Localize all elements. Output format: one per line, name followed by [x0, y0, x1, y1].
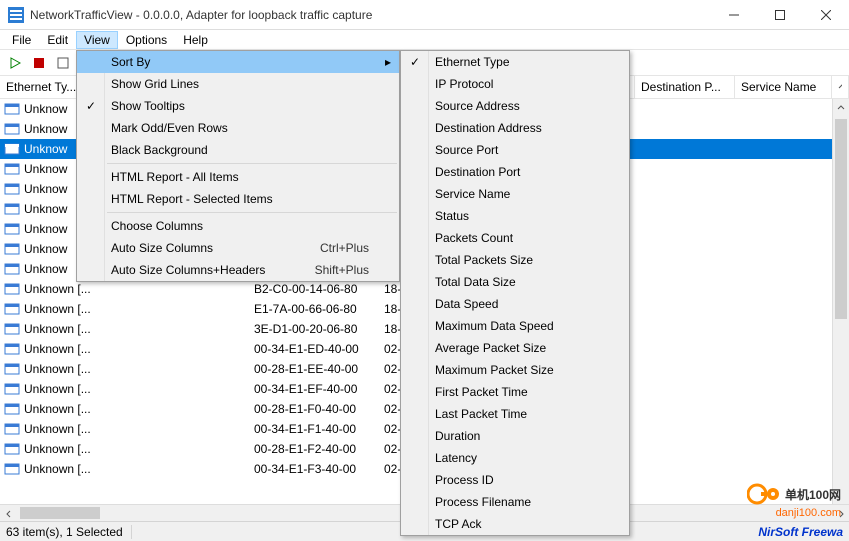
menu-file[interactable]: File — [4, 31, 39, 49]
cell-ethernet: Unknown [... — [24, 382, 214, 396]
scroll-left-button[interactable] — [0, 505, 17, 522]
cell-ethernet: Unknown [... — [24, 342, 214, 356]
cell-ethernet: Unknown [... — [24, 362, 214, 376]
sort-by-ip-protocol[interactable]: IP Protocol — [401, 73, 629, 95]
toolbar-button-3[interactable] — [52, 52, 74, 74]
cell-ethernet: Unknown [... — [24, 462, 214, 476]
sort-by-ethernet-type[interactable]: ✓Ethernet Type — [401, 51, 629, 73]
cell-src-mac: 00-28-E1-F0-40-00 — [214, 402, 384, 416]
check-icon: ✓ — [83, 99, 99, 113]
sort-by-average-packet-size[interactable]: Average Packet Size — [401, 337, 629, 359]
menu-auto-size-columns[interactable]: Auto Size Columns Ctrl+Plus — [77, 237, 399, 259]
close-button[interactable] — [803, 0, 849, 30]
menu-sort-by[interactable]: Sort By ▸ — [77, 51, 399, 73]
scroll-thumb-v[interactable] — [835, 119, 847, 319]
stop-button[interactable] — [28, 52, 50, 74]
col-overflow-button[interactable] — [832, 76, 849, 98]
col-destination-p[interactable]: Destination P... — [635, 76, 735, 98]
sort-by-maximum-packet-size[interactable]: Maximum Packet Size — [401, 359, 629, 381]
sort-by-last-packet-time[interactable]: Last Packet Time — [401, 403, 629, 425]
cell-src-mac: 00-34-E1-EF-40-00 — [214, 382, 384, 396]
col-ethernet-type[interactable]: Ethernet Ty... — [0, 76, 80, 98]
sort-by-submenu: ✓Ethernet TypeIP ProtocolSource AddressD… — [400, 50, 630, 536]
menu-mark-odd-even[interactable]: Mark Odd/Even Rows — [77, 117, 399, 139]
titlebar: NetworkTrafficView - 0.0.0.0, Adapter fo… — [0, 0, 849, 30]
sort-by-process-filename[interactable]: Process Filename — [401, 491, 629, 513]
menu-help[interactable]: Help — [175, 31, 216, 49]
sort-by-maximum-data-speed[interactable]: Maximum Data Speed — [401, 315, 629, 337]
menu-auto-size-headers[interactable]: Auto Size Columns+Headers Shift+Plus — [77, 259, 399, 281]
scroll-right-button[interactable] — [832, 505, 849, 522]
view-menu-dropdown: Sort By ▸ Show Grid Lines ✓ Show Tooltip… — [76, 50, 400, 282]
maximize-button[interactable] — [757, 0, 803, 30]
sort-by-total-data-size[interactable]: Total Data Size — [401, 271, 629, 293]
cell-src-mac: B2-C0-00-14-06-80 — [214, 282, 384, 296]
scroll-thumb-h[interactable] — [20, 507, 100, 519]
vertical-scrollbar[interactable] — [832, 99, 849, 521]
play-button[interactable] — [4, 52, 26, 74]
cell-src-mac: 3E-D1-00-20-06-80 — [214, 322, 384, 336]
cell-ethernet: Unknown [... — [24, 442, 214, 456]
sort-by-service-name[interactable]: Service Name — [401, 183, 629, 205]
app-icon — [8, 7, 24, 23]
cell-src-mac: 00-34-E1-F1-40-00 — [214, 422, 384, 436]
cell-src-mac: 00-28-E1-EE-40-00 — [214, 362, 384, 376]
sort-by-data-speed[interactable]: Data Speed — [401, 293, 629, 315]
sort-by-destination-port[interactable]: Destination Port — [401, 161, 629, 183]
check-icon: ✓ — [407, 55, 423, 69]
cell-src-mac: 00-34-E1-F3-40-00 — [214, 462, 384, 476]
sort-by-process-id[interactable]: Process ID — [401, 469, 629, 491]
shortcut-label: Ctrl+Plus — [300, 241, 369, 255]
cell-src-mac: E1-7A-00-66-06-80 — [214, 302, 384, 316]
cell-ethernet: Unknown [... — [24, 302, 214, 316]
menu-options[interactable]: Options — [118, 31, 175, 49]
sort-by-duration[interactable]: Duration — [401, 425, 629, 447]
menu-black-background[interactable]: Black Background — [77, 139, 399, 161]
menu-choose-columns[interactable]: Choose Columns — [77, 215, 399, 237]
titlebar-text: NetworkTrafficView - 0.0.0.0, Adapter fo… — [30, 8, 711, 22]
status-brand: NirSoft Freewa — [758, 525, 843, 539]
sort-by-packets-count[interactable]: Packets Count — [401, 227, 629, 249]
submenu-arrow-icon: ▸ — [385, 55, 391, 69]
sort-by-total-packets-size[interactable]: Total Packets Size — [401, 249, 629, 271]
scroll-up-button[interactable] — [833, 99, 849, 116]
sort-by-latency[interactable]: Latency — [401, 447, 629, 469]
menu-html-report-all[interactable]: HTML Report - All Items — [77, 166, 399, 188]
cell-src-mac: 00-28-E1-F2-40-00 — [214, 442, 384, 456]
menu-show-tooltips[interactable]: ✓ Show Tooltips — [77, 95, 399, 117]
cell-ethernet: Unknown [... — [24, 402, 214, 416]
sort-by-status[interactable]: Status — [401, 205, 629, 227]
col-service-name[interactable]: Service Name — [735, 76, 832, 98]
menu-view[interactable]: View — [76, 31, 118, 49]
cell-ethernet: Unknown [... — [24, 322, 214, 336]
sort-by-source-address[interactable]: Source Address — [401, 95, 629, 117]
sort-by-tcp-ack[interactable]: TCP Ack — [401, 513, 629, 535]
status-count: 63 item(s), 1 Selected — [6, 525, 132, 539]
menu-edit[interactable]: Edit — [39, 31, 76, 49]
cell-ethernet: Unknown [... — [24, 422, 214, 436]
menu-sort-by-label: Sort By — [111, 55, 150, 69]
sort-by-destination-address[interactable]: Destination Address — [401, 117, 629, 139]
cell-ethernet: Unknown [... — [24, 282, 214, 296]
sort-by-source-port[interactable]: Source Port — [401, 139, 629, 161]
minimize-button[interactable] — [711, 0, 757, 30]
sort-by-first-packet-time[interactable]: First Packet Time — [401, 381, 629, 403]
menubar: File Edit View Options Help — [0, 30, 849, 50]
shortcut-label: Shift+Plus — [295, 263, 369, 277]
cell-src-mac: 00-34-E1-ED-40-00 — [214, 342, 384, 356]
menu-show-grid-lines[interactable]: Show Grid Lines — [77, 73, 399, 95]
menu-html-report-selected[interactable]: HTML Report - Selected Items — [77, 188, 399, 210]
